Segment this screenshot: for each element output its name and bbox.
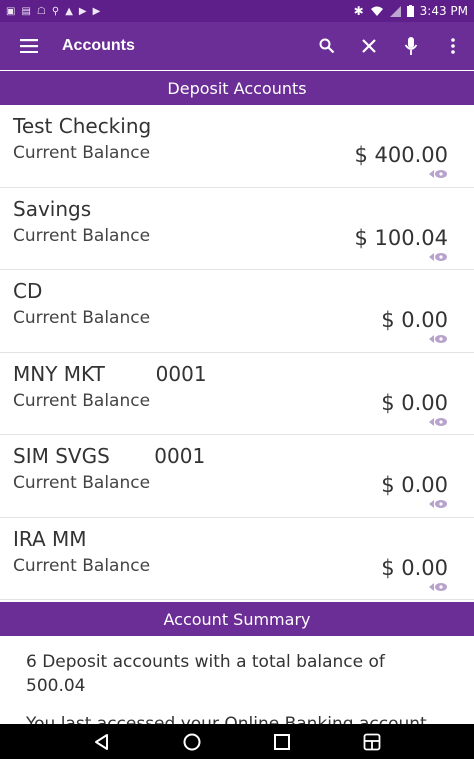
hide-eye-icon[interactable]: [428, 334, 448, 344]
account-name: MNY MKT 0001: [13, 361, 207, 386]
notification-icons: ▣ ▤ ☖ ⚲ ▲ ▶ ▶: [6, 6, 100, 17]
notification-icon: ▶: [78, 5, 87, 17]
signal-icon: [389, 5, 401, 17]
hide-eye-icon[interactable]: [428, 169, 448, 179]
menu-icon[interactable]: [0, 22, 58, 70]
home-icon[interactable]: [180, 730, 204, 754]
account-row[interactable]: MNY MKT 0001 Current Balance $ 0.00: [0, 353, 474, 435]
account-balance: $ 0.00: [381, 308, 448, 332]
notification-icon: ▣: [6, 5, 16, 17]
search-icon[interactable]: [306, 22, 348, 70]
account-name: SIM SVGS 0001: [13, 444, 206, 468]
balance-label: Current Balance: [13, 473, 151, 493]
balance-label: Current Balance: [13, 555, 151, 576]
battery-icon: [406, 5, 414, 17]
notification-icon: ▤: [21, 5, 31, 17]
recent-apps-icon[interactable]: [270, 730, 294, 754]
back-icon[interactable]: [90, 730, 114, 754]
balance-label: Current Balance: [13, 390, 151, 411]
notification-icon: ☖: [36, 5, 46, 17]
notification-icon: ▲: [65, 5, 73, 17]
last-access-text: You last accessed your Online Banking ac…: [26, 714, 427, 724]
account-summary: 6 Deposit accounts with a total balance …: [0, 636, 474, 724]
balance-label: Current Balance: [13, 225, 151, 246]
balance-label: Current Balance: [13, 143, 151, 163]
account-row[interactable]: CD Current Balance $ 0.00: [0, 270, 474, 353]
hide-eye-icon[interactable]: [428, 499, 448, 509]
more-vert-icon[interactable]: [432, 22, 474, 70]
hide-eye-icon[interactable]: [428, 582, 448, 592]
hide-eye-icon[interactable]: [428, 417, 448, 427]
usb-icon: ⚲: [51, 5, 60, 17]
account-name: Test Checking: [13, 114, 152, 138]
hide-eye-icon[interactable]: [428, 252, 448, 262]
microphone-icon[interactable]: [390, 22, 432, 70]
close-icon[interactable]: [348, 22, 390, 70]
split-screen-icon[interactable]: [360, 730, 384, 754]
bluetooth-icon: ✱: [353, 4, 364, 18]
page-title: Accounts: [62, 37, 135, 54]
account-row[interactable]: SIM SVGS 0001 Current Balance $ 0.00: [0, 435, 474, 518]
status-bar: ▣ ▤ ☖ ⚲ ▲ ▶ ▶ ✱ 3:43 PM: [0, 0, 474, 22]
account-balance: $ 0.00: [381, 555, 448, 580]
summary-total-text: 6 Deposit accounts with a total balance …: [26, 652, 385, 696]
account-summary-header: Account Summary: [0, 602, 474, 636]
account-name: IRA MM: [13, 526, 87, 551]
clock: 3:43 PM: [419, 4, 468, 18]
wifi-icon: [370, 6, 383, 16]
account-row[interactable]: IRA MM Current Balance $ 0.00: [0, 518, 474, 600]
deposit-accounts-header: Deposit Accounts: [0, 71, 474, 105]
account-name: CD: [13, 279, 43, 303]
account-row[interactable]: Savings Current Balance $ 100.04: [0, 188, 474, 270]
account-balance: $ 0.00: [381, 473, 448, 497]
account-balance: $ 0.00: [381, 390, 448, 415]
system-nav-bar: [0, 724, 474, 759]
account-balance: $ 400.00: [354, 143, 448, 167]
balance-label: Current Balance: [13, 308, 151, 328]
app-bar: Accounts: [0, 22, 474, 70]
account-list: Test Checking Current Balance $ 400.00 S…: [0, 105, 474, 600]
notification-icon: ▶: [92, 5, 101, 17]
account-balance: $ 100.04: [354, 225, 448, 250]
account-name: Savings: [13, 196, 92, 221]
account-row[interactable]: Test Checking Current Balance $ 400.00: [0, 105, 474, 188]
